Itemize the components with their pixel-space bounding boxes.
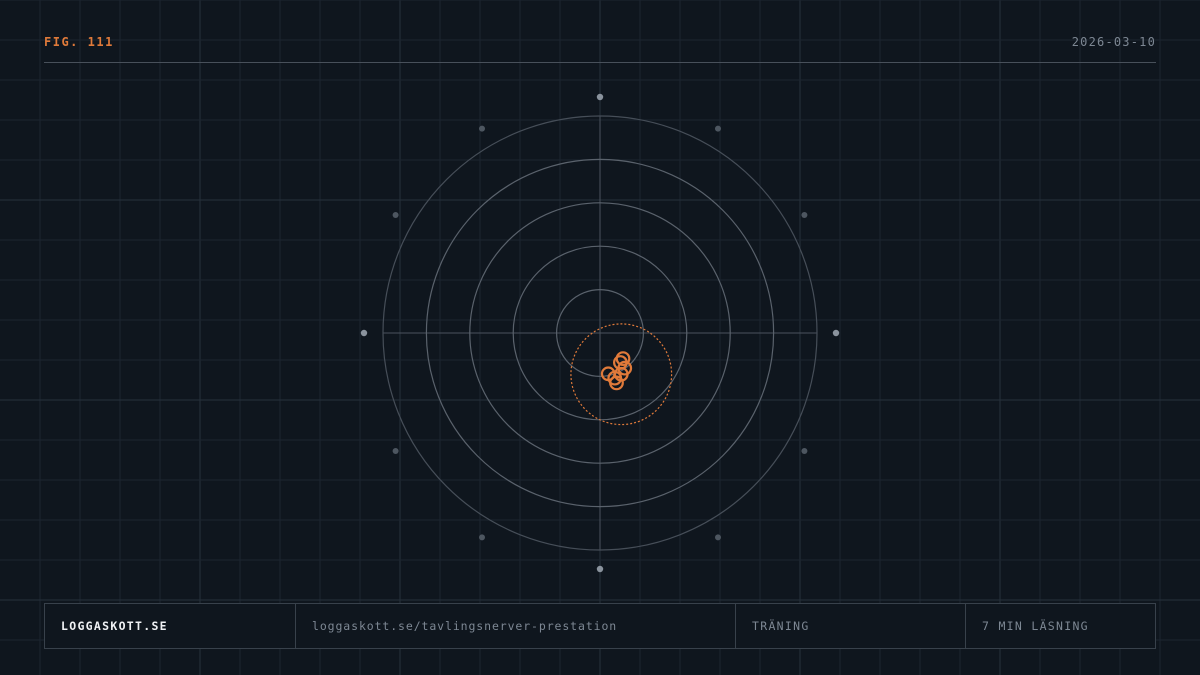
clock-marker — [715, 534, 721, 541]
clock-marker — [392, 448, 399, 454]
clock-marker — [801, 212, 808, 218]
cardinal-marker — [596, 93, 604, 101]
site-name[interactable]: LOGGASKOTT.SE — [45, 604, 296, 648]
footer-bar: LOGGASKOTT.SE loggaskott.se/tavlingsnerv… — [44, 603, 1156, 649]
read-time-label: 7 MIN LÄSNING — [982, 619, 1089, 633]
clock-marker — [479, 125, 485, 132]
clock-marker — [715, 125, 721, 132]
cardinal-marker — [360, 329, 368, 337]
shooting-target-diagram — [360, 93, 840, 573]
category-label: TRÄNING — [736, 604, 966, 648]
article-url[interactable]: loggaskott.se/tavlingsnerver-prestation — [296, 604, 736, 648]
cardinal-marker — [832, 329, 840, 337]
clock-marker — [801, 448, 808, 454]
clock-marker — [392, 212, 399, 218]
cardinal-marker — [596, 565, 604, 573]
clock-marker — [479, 534, 485, 541]
